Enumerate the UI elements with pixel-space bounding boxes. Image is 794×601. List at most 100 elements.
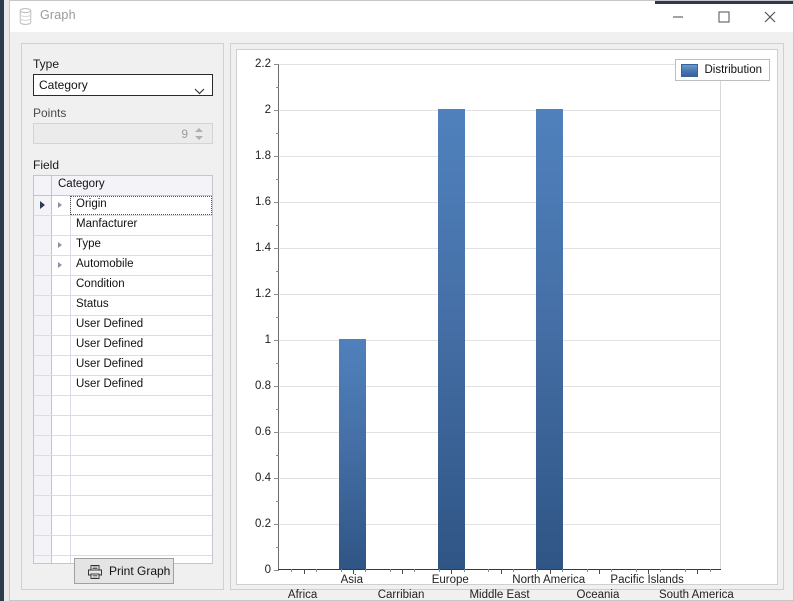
- x-tick-minor: [488, 569, 490, 572]
- row-expander: [52, 296, 70, 315]
- row-label: User Defined: [70, 376, 212, 395]
- y-tick: [274, 524, 279, 525]
- table-row[interactable]: Manfacturer: [34, 216, 212, 236]
- table-row[interactable]: Automobile: [34, 256, 212, 276]
- graph-panel: 0 0.2 0.4 0.6 0.8 1 1.2 1.4 1.6 1.8 2 2.2 Africa Asi…: [230, 43, 784, 601]
- table-row[interactable]: User Defined: [34, 316, 212, 336]
- bar[interactable]: [536, 109, 564, 569]
- maximize-icon: [718, 10, 730, 23]
- printer-icon: [87, 564, 103, 585]
- print-graph-button[interactable]: Print Graph: [74, 558, 174, 584]
- points-stepper[interactable]: 9: [33, 123, 213, 144]
- y-tick: [274, 478, 279, 479]
- table-row[interactable]: Origin: [34, 196, 212, 216]
- stepper-arrows-icon[interactable]: [195, 126, 208, 142]
- field-label: Field: [33, 158, 60, 172]
- y-tick-label: 2: [264, 104, 271, 116]
- y-tick: [274, 202, 279, 203]
- y-tick-label: 0.4: [255, 472, 271, 484]
- row-selector[interactable]: [34, 336, 52, 355]
- x-tick-label: Asia: [340, 574, 364, 586]
- x-tick-minor: [512, 569, 514, 572]
- y-tick-minor: [276, 547, 279, 548]
- x-tick-minor: [537, 569, 539, 572]
- table-row-empty: [34, 416, 212, 436]
- x-tick-minor: [685, 569, 687, 572]
- table-row-empty: [34, 496, 212, 516]
- y-tick-minor: [276, 501, 279, 502]
- table-row[interactable]: Condition: [34, 276, 212, 296]
- table-row[interactable]: User Defined: [34, 376, 212, 396]
- y-tick-minor: [276, 179, 279, 180]
- table-row[interactable]: Status: [34, 296, 212, 316]
- x-tick-minor: [414, 569, 416, 572]
- table-row[interactable]: User Defined: [34, 336, 212, 356]
- gridline: [279, 248, 721, 249]
- row-selector[interactable]: [34, 376, 52, 395]
- window-title: Graph: [40, 8, 76, 22]
- y-tick-minor: [276, 363, 279, 364]
- y-tick-label: 2.2: [255, 58, 271, 70]
- row-expander[interactable]: [52, 196, 70, 215]
- gridline: [279, 64, 721, 65]
- row-expander: [52, 376, 70, 395]
- x-tick-minor: [340, 569, 342, 572]
- chevron-right-icon: [58, 242, 62, 248]
- y-tick: [274, 340, 279, 341]
- y-tick-label: 1.2: [255, 288, 271, 300]
- x-tick-minor: [660, 569, 662, 572]
- x-tick-minor: [611, 569, 613, 572]
- table-row[interactable]: User Defined: [34, 356, 212, 376]
- bar[interactable]: [339, 339, 367, 569]
- table-row-empty: [34, 516, 212, 536]
- row-expander[interactable]: [52, 236, 70, 255]
- row-selector[interactable]: [34, 256, 52, 275]
- row-label: Automobile: [70, 256, 212, 275]
- y-tick-label: 0.6: [255, 426, 271, 438]
- application-root: Graph Type Category Points 9 Field Categ…: [0, 0, 794, 601]
- gridline: [279, 110, 721, 111]
- grid-header-category: Category: [58, 178, 105, 190]
- chart-legend[interactable]: Distribution: [675, 59, 770, 81]
- grid-header-selector: [34, 176, 52, 195]
- row-label: Condition: [70, 276, 212, 295]
- table-row[interactable]: Type: [34, 236, 212, 256]
- table-row-empty: [34, 536, 212, 556]
- chevron-right-icon: [58, 202, 62, 208]
- x-tick-label: Pacific Islands: [610, 574, 684, 586]
- row-selector[interactable]: [34, 196, 52, 215]
- chart-container[interactable]: 0 0.2 0.4 0.6 0.8 1 1.2 1.4 1.6 1.8 2 2.2 Africa Asi…: [236, 49, 778, 601]
- row-label: Origin: [70, 196, 212, 215]
- y-tick: [274, 248, 279, 249]
- y-tick-minor: [276, 271, 279, 272]
- close-button[interactable]: [747, 1, 793, 32]
- field-grid[interactable]: Category Origin Manfacturer Type Automobile…: [33, 175, 213, 564]
- row-label: Status: [70, 296, 212, 315]
- type-dropdown[interactable]: Category: [33, 74, 213, 96]
- row-expander: [52, 276, 70, 295]
- row-selector[interactable]: [34, 216, 52, 235]
- minimize-button[interactable]: [655, 1, 701, 32]
- row-selector[interactable]: [34, 276, 52, 295]
- row-selector[interactable]: [34, 356, 52, 375]
- row-selector[interactable]: [34, 316, 52, 335]
- maximize-button[interactable]: [701, 1, 747, 32]
- type-dropdown-value: Category: [39, 78, 88, 92]
- x-tick-label: South America: [658, 589, 734, 601]
- x-tick: [500, 569, 502, 574]
- row-expander[interactable]: [52, 256, 70, 275]
- row-label: User Defined: [70, 336, 212, 355]
- row-selector[interactable]: [34, 296, 52, 315]
- print-graph-label: Print Graph: [109, 564, 171, 578]
- bar[interactable]: [437, 109, 465, 569]
- y-tick-label: 0.2: [255, 518, 271, 530]
- row-label: User Defined: [70, 316, 212, 335]
- y-tick-minor: [276, 317, 279, 318]
- row-selector[interactable]: [34, 236, 52, 255]
- y-tick-minor: [276, 133, 279, 134]
- y-tick-minor: [276, 225, 279, 226]
- row-expander: [52, 216, 70, 235]
- x-tick-minor: [463, 569, 465, 572]
- close-icon: [764, 11, 776, 22]
- title-bar: Graph: [10, 1, 793, 32]
